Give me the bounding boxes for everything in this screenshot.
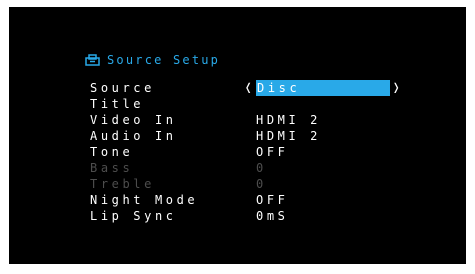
menu-row-label: Bass: [90, 161, 134, 175]
menu-row-label: Video In: [90, 113, 177, 127]
menu-row-value: OFF: [256, 145, 289, 159]
menu-row-label: Night Mode: [90, 193, 199, 207]
menu-row-label: Source: [90, 81, 155, 95]
menu-row-bass: Bass 0: [90, 160, 420, 176]
menu-row-value: HDMI 2: [256, 129, 321, 143]
menu-row-value: 0: [256, 161, 267, 175]
menu-row-video-in[interactable]: Video In HDMI 2: [90, 112, 420, 128]
menu-row-value: HDMI 2: [256, 113, 321, 127]
menu-title: Source Setup: [107, 53, 221, 67]
setup-icon: [85, 54, 100, 66]
menu-row-audio-in[interactable]: Audio In HDMI 2: [90, 128, 420, 144]
menu-row-label: Tone: [90, 145, 134, 159]
menu-row-source[interactable]: Source ❬ Disc ❭: [90, 80, 420, 96]
arrow-right-icon[interactable]: ❭: [392, 80, 402, 96]
menu-header: Source Setup: [85, 52, 220, 68]
menu-row-night-mode[interactable]: Night Mode OFF: [90, 192, 420, 208]
menu-row-value: OFF: [256, 193, 289, 207]
menu-row-value: 0: [256, 177, 267, 191]
arrow-left-icon[interactable]: ❬: [244, 80, 254, 96]
menu-row-label: Treble: [90, 177, 155, 191]
menu-row-value-selected[interactable]: Disc: [256, 80, 390, 96]
menu-row-label: Title: [90, 97, 145, 111]
menu-row-value: 0mS: [256, 209, 289, 223]
menu-row-treble: Treble 0: [90, 176, 420, 192]
menu-row-title[interactable]: Title: [90, 96, 420, 112]
menu-row-tone[interactable]: Tone OFF: [90, 144, 420, 160]
menu-row-lip-sync[interactable]: Lip Sync 0mS: [90, 208, 420, 224]
menu-row-label: Lip Sync: [90, 209, 177, 223]
menu-row-label: Audio In: [90, 129, 177, 143]
osd-screen: Source Setup Source ❬ Disc ❭ Title Video…: [9, 7, 466, 264]
